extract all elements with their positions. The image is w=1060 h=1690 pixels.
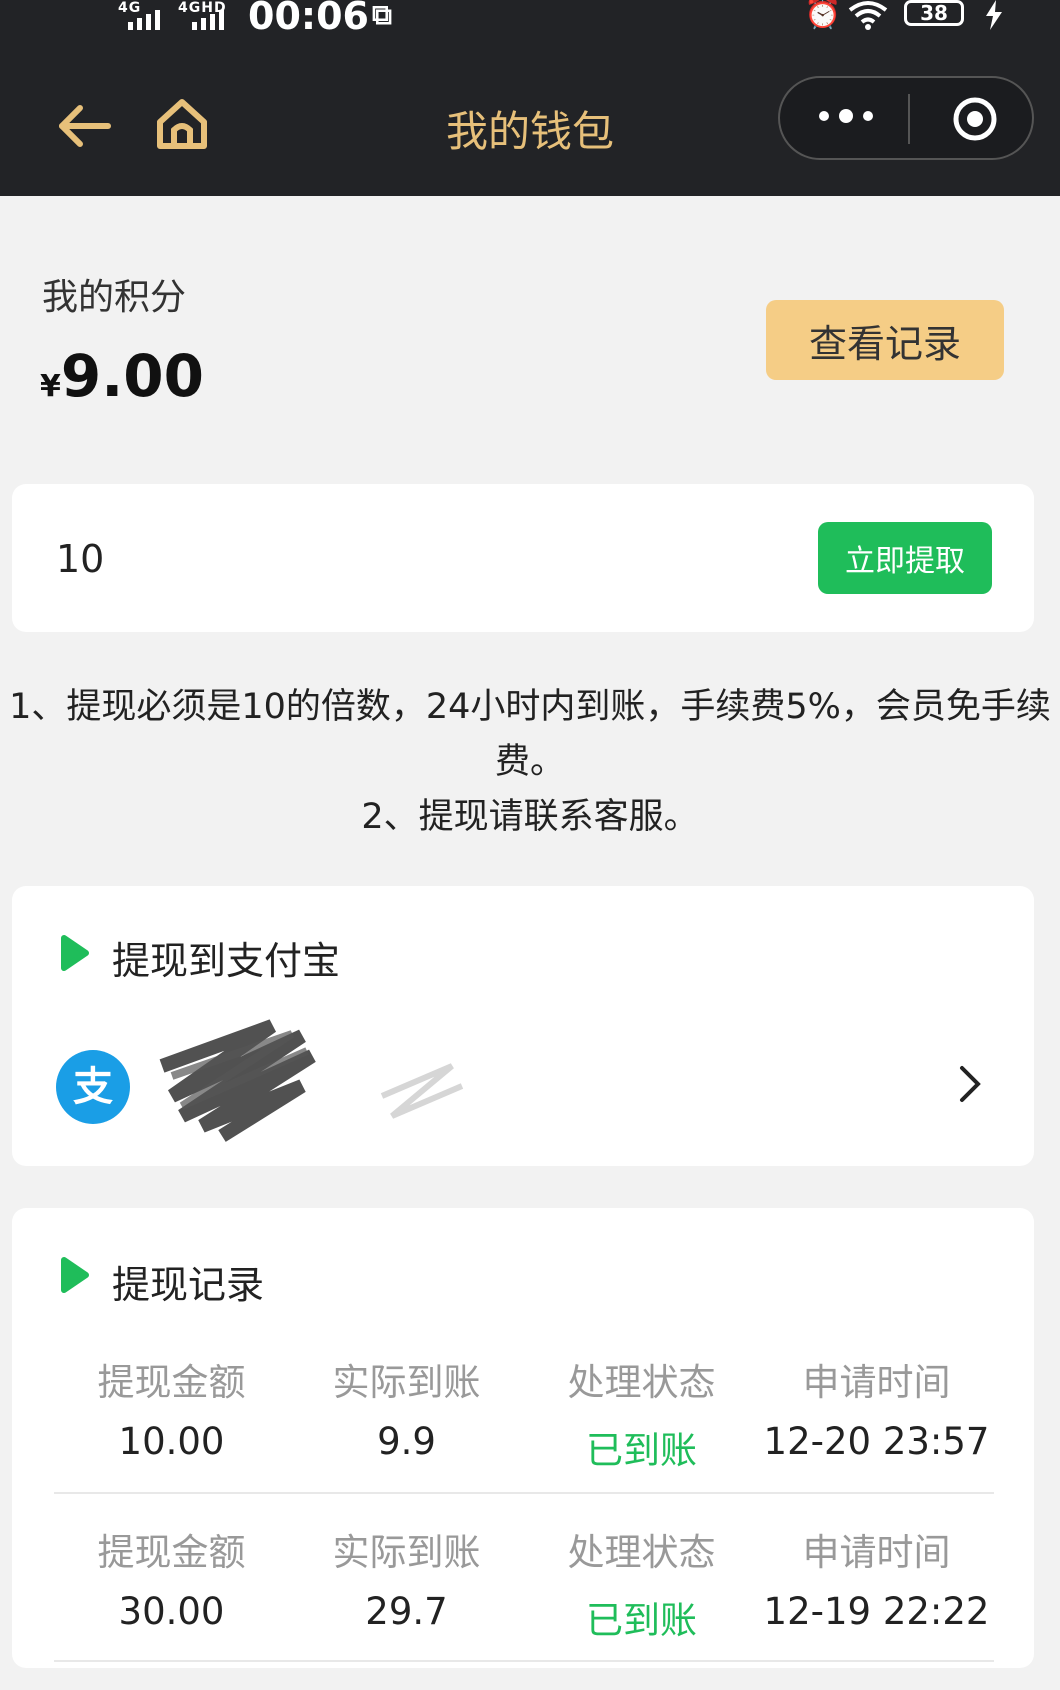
miniprogram-capsule — [778, 76, 1034, 160]
alipay-logo-icon: 支 — [56, 1050, 130, 1124]
top-bar: 4G 4GHD 00:06 ⧉ ⏰ 38 我的钱包 — [0, 0, 1060, 196]
notice-line-2: 2、提现请联系客服。 — [361, 797, 699, 837]
status-bar: 4G 4GHD 00:06 ⧉ ⏰ 38 — [0, 0, 1060, 40]
table-row: 提现金额 实际到账 处理状态 申请时间 10.00 9.9 已到账 12-20 … — [54, 1352, 994, 1520]
row-time: 12-20 23:57 — [763, 1420, 990, 1463]
chevron-right-icon[interactable] — [956, 1062, 984, 1106]
row-time: 12-19 22:22 — [763, 1590, 990, 1633]
table-row: 提现金额 实际到账 处理状态 申请时间 30.00 29.7 已到账 12-19… — [54, 1522, 994, 1690]
points-amount: 9.00 — [60, 342, 204, 410]
more-dots-icon[interactable] — [816, 96, 876, 136]
back-arrow-icon[interactable] — [56, 98, 112, 154]
withdraw-notice: 1、提现必须是10的倍数，24小时内到账，手续费5%，会员免手续费。 2、提现请… — [0, 680, 1060, 845]
screenshot-icon: ⧉ — [372, 0, 392, 31]
row-status: 已到账 — [586, 1429, 697, 1472]
row-amount: 10.00 — [118, 1420, 225, 1463]
alipay-section-title: 提现到支付宝 — [112, 939, 341, 983]
section-marker-icon — [61, 1257, 89, 1293]
currency-symbol: ¥ — [40, 369, 61, 404]
battery-indicator: 38 — [904, 0, 964, 26]
header-actual: 实际到账 — [332, 1361, 481, 1404]
row-actual: 9.9 — [377, 1420, 436, 1463]
row-amount: 30.00 — [118, 1590, 225, 1633]
header-time: 申请时间 — [802, 1361, 951, 1404]
header-status: 处理状态 — [567, 1531, 716, 1574]
header-amount: 提现金额 — [97, 1361, 246, 1404]
redacted-account-scribble — [159, 1019, 464, 1142]
section-marker-icon — [61, 935, 89, 971]
points-value: ¥9.00 — [40, 342, 204, 410]
records-section-title: 提现记录 — [112, 1263, 265, 1307]
signal-bars-icon-2 — [192, 10, 224, 30]
capsule-divider — [908, 94, 910, 144]
alipay-card[interactable]: 提现到支付宝 支 — [12, 886, 1034, 1166]
view-records-button[interactable]: 查看记录 — [766, 300, 1004, 380]
header-actual: 实际到账 — [332, 1531, 481, 1574]
row-actual: 29.7 — [365, 1590, 448, 1633]
status-time: 00:06 — [248, 0, 369, 38]
alarm-icon: ⏰ — [804, 0, 842, 31]
alipay-logo-char: 支 — [73, 1064, 113, 1110]
header-time: 申请时间 — [802, 1531, 951, 1574]
header-status: 处理状态 — [567, 1361, 716, 1404]
charging-bolt-icon — [986, 0, 1002, 30]
header-amount: 提现金额 — [97, 1531, 246, 1574]
home-icon[interactable] — [154, 96, 210, 152]
row-divider — [54, 1660, 994, 1662]
signal-bars-icon — [128, 10, 160, 30]
records-card: 提现记录 提现金额 实际到账 处理状态 申请时间 10.00 9.9 已到账 1… — [12, 1208, 1034, 1668]
page-title: 我的钱包 — [445, 107, 614, 156]
withdraw-amount-input[interactable] — [54, 526, 758, 592]
withdraw-now-button[interactable]: 立即提取 — [818, 522, 992, 594]
close-target-icon[interactable] — [952, 96, 998, 142]
row-status: 已到账 — [586, 1599, 697, 1642]
points-label: 我的积分 — [42, 277, 187, 318]
withdraw-card: 立即提取 — [12, 484, 1034, 632]
row-divider — [54, 1492, 994, 1494]
wifi-icon — [848, 1, 888, 30]
notice-line-1: 1、提现必须是10的倍数，24小时内到账，手续费5%，会员免手续费。 — [9, 687, 1051, 782]
